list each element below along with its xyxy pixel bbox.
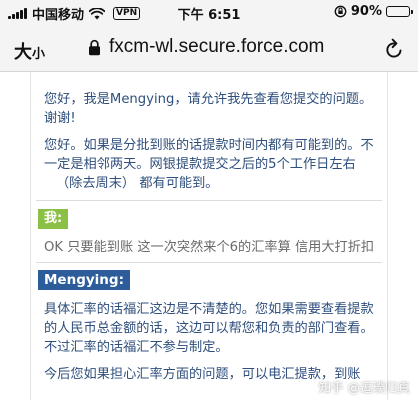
text-size-small-label: 小 bbox=[32, 47, 46, 62]
zhihu-watermark: 知乎 @逗璞归真 bbox=[319, 377, 410, 396]
battery-icon bbox=[386, 6, 413, 17]
message-line: 一定是相邻两天。网银提款提交之后的5个工作日左右 bbox=[44, 157, 356, 172]
message-line: 谢谢! bbox=[44, 111, 76, 126]
battery-percent: 90% bbox=[350, 4, 382, 19]
user-message: OK 只要能到账 这一次突然来个6的汇率算 信用大打折扣 bbox=[44, 240, 375, 255]
watermark-text: 知乎 @逗璞归真 bbox=[318, 380, 410, 395]
carrier-name: 中国移动 bbox=[32, 8, 85, 23]
agent-rate-message: 具体汇率的话福汇这边是不清楚的。您如果需要查看提款 的人民币总金额的话，这边可以… bbox=[44, 300, 394, 357]
status-left: 中国移动 VPN bbox=[8, 4, 141, 23]
agent-intro-message: 您好，我是Mengying，请允许我先查看您提交的问题。 谢谢! bbox=[44, 90, 394, 128]
message-line: 的人民币总金额的话，这边可以帮您和负责的部门查看。 bbox=[44, 321, 374, 336]
chat-transcript: 您好，我是Mengying，请允许我先查看您提交的问题。 谢谢! 您好。如果是分… bbox=[0, 72, 418, 400]
message-line: （除去周末） 都有可能到。 bbox=[56, 176, 219, 191]
user-sender-tag: 我: bbox=[38, 209, 69, 229]
text-size-big-label: 大 bbox=[14, 42, 32, 63]
browser-address-bar: 大小 fxcm-wl.secure.force.com bbox=[0, 26, 418, 72]
text-size-button[interactable]: 大小 bbox=[14, 38, 45, 64]
status-bar: 中国移动 VPN 下午 6:51 90% bbox=[0, 0, 418, 26]
reload-icon[interactable] bbox=[384, 38, 404, 60]
agent-sender-tag: Mengying: bbox=[38, 270, 130, 290]
message-line: 不过汇率的话福汇不参与制定。 bbox=[44, 340, 229, 355]
message-divider bbox=[36, 200, 382, 201]
url-text: fxcm-wl.secure.force.com bbox=[109, 36, 325, 57]
message-divider bbox=[36, 262, 382, 263]
message-line: 您好，我是Mengying，请允许我先查看您提交的问题。 bbox=[44, 92, 373, 107]
agent-reply-message: 您好。如果是分批到账的话提款时间内都有可能到的。不 一定是相邻两天。网银提款提交… bbox=[44, 136, 394, 193]
url-field[interactable]: fxcm-wl.secure.force.com bbox=[88, 36, 324, 58]
message-line: 具体汇率的话福汇这边是不清楚的。您如果需要查看提款 bbox=[44, 302, 374, 317]
message-line: 您好。如果是分批到账的话提款时间内都有可能到的。不 bbox=[44, 138, 374, 153]
orientation-lock-icon bbox=[334, 5, 347, 18]
vpn-badge: VPN bbox=[113, 7, 141, 20]
wifi-icon bbox=[89, 7, 106, 19]
status-right: 90% bbox=[334, 4, 413, 19]
signal-strength-icon bbox=[8, 8, 27, 19]
lock-icon bbox=[89, 39, 100, 55]
